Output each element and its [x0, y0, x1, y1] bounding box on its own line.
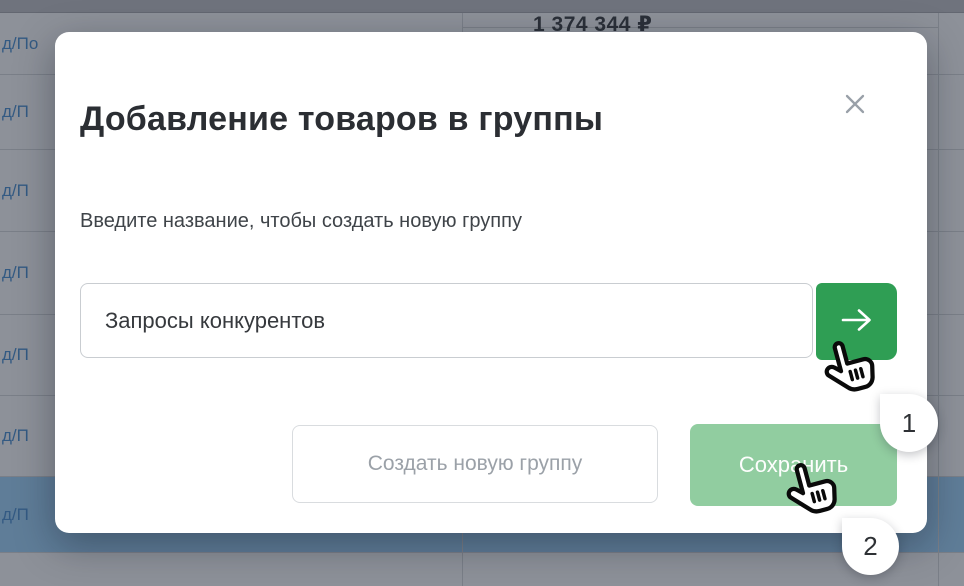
close-icon [841, 90, 869, 121]
modal-title: Добавление товаров в группы [80, 100, 603, 139]
close-button[interactable] [837, 87, 873, 123]
add-to-groups-modal: Добавление товаров в группы Введите назв… [55, 32, 927, 533]
step-badge-2: 2 [842, 518, 899, 575]
arrow-right-icon [838, 307, 876, 336]
create-new-group-button[interactable]: Создать новую группу [292, 425, 658, 503]
group-name-input[interactable] [80, 283, 813, 358]
save-button[interactable]: Сохранить [690, 424, 897, 506]
step-badge-1: 1 [880, 394, 938, 452]
modal-subtitle: Введите название, чтобы создать новую гр… [80, 210, 522, 233]
screenshot-stage: д/По д/П д/П д/П д/П д/П д/П 1 374 344 ₽… [0, 0, 964, 586]
submit-group-name-button[interactable] [816, 283, 897, 360]
